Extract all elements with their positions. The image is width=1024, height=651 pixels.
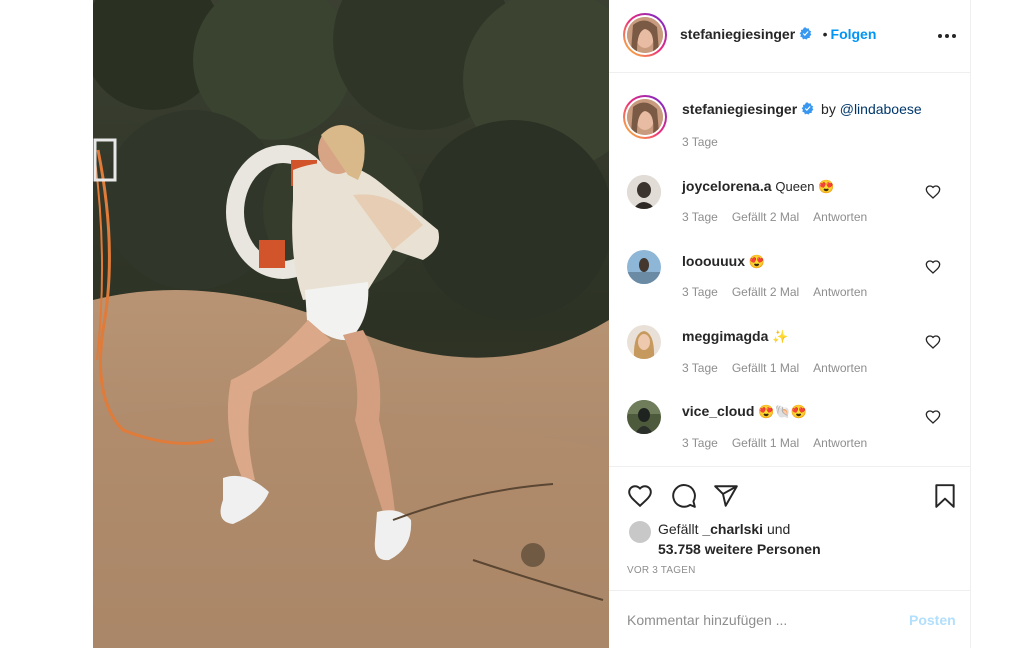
caption-avatar[interactable]: [623, 95, 667, 139]
heart-icon[interactable]: [925, 409, 941, 425]
commenter-avatar[interactable]: [627, 325, 661, 359]
post-actions: Gefällt _charlski und 53.758 weitere Per…: [609, 466, 970, 591]
verified-badge-icon: [799, 27, 812, 40]
comment-likes[interactable]: Gefällt 1 Mal: [732, 436, 799, 450]
comment-text: Queen 😍: [775, 179, 835, 194]
likes-connector: und: [766, 521, 791, 537]
comment-text: 😍: [748, 254, 766, 269]
comment-input[interactable]: Kommentar hinzufügen ...: [627, 612, 787, 628]
comment-likes[interactable]: Gefällt 2 Mal: [732, 285, 799, 299]
caption-text: by: [821, 101, 836, 117]
follow-button[interactable]: Folgen: [831, 26, 877, 42]
bookmark-icon[interactable]: [932, 483, 958, 509]
comment-username[interactable]: joycelorena.a: [682, 178, 772, 194]
likes-count[interactable]: 53.758 weitere Personen: [658, 541, 821, 557]
caption-time: 3 Tage: [682, 135, 718, 149]
post-photo[interactable]: [93, 0, 609, 648]
comment-likes[interactable]: Gefällt 2 Mal: [732, 210, 799, 224]
likes-prefix: Gefällt: [658, 521, 699, 537]
follow-separator: •: [822, 26, 828, 42]
comment-time: 3 Tage: [682, 210, 718, 224]
post-header: stefaniegiesinger • Folgen: [609, 0, 970, 73]
comment-likes[interactable]: Gefällt 1 Mal: [732, 361, 799, 375]
post-image: [93, 0, 609, 648]
liker-username[interactable]: _charlski: [702, 521, 763, 537]
heart-icon[interactable]: [925, 184, 941, 200]
author-username[interactable]: stefaniegiesinger: [680, 26, 795, 42]
post-details-panel: stefaniegiesinger • Folgen stefaniegiesin…: [609, 0, 971, 648]
reply-button[interactable]: Antworten: [813, 210, 867, 224]
share-icon[interactable]: [713, 483, 739, 509]
likes-summary[interactable]: Gefällt _charlski und 53.758 weitere Per…: [658, 519, 821, 559]
comment-username[interactable]: meggimagda: [682, 328, 768, 344]
post-timestamp[interactable]: VOR 3 TAGEN: [627, 565, 696, 576]
reply-button[interactable]: Antworten: [813, 361, 867, 375]
comments-section[interactable]: stefaniegiesinger by @lindaboese 3 Tage …: [609, 73, 970, 466]
post-header-title: stefaniegiesinger • Folgen: [680, 26, 876, 44]
commenter-avatar[interactable]: [627, 175, 661, 209]
comment-time: 3 Tage: [682, 361, 718, 375]
post-comment-button[interactable]: Posten: [909, 612, 956, 628]
liker-avatar[interactable]: [629, 521, 651, 543]
comment-time: 3 Tage: [682, 436, 718, 450]
comment-time: 3 Tage: [682, 285, 718, 299]
verified-badge-icon: [801, 102, 814, 115]
heart-icon[interactable]: [925, 334, 941, 350]
reply-button[interactable]: Antworten: [813, 436, 867, 450]
commenter-avatar[interactable]: [627, 400, 661, 434]
author-avatar[interactable]: [623, 13, 667, 57]
heart-icon[interactable]: [627, 483, 653, 509]
heart-icon[interactable]: [925, 259, 941, 275]
caption-mention[interactable]: @lindaboese: [840, 101, 922, 117]
comment-text: ✨: [772, 329, 789, 344]
add-comment-bar: Kommentar hinzufügen ... Posten: [609, 590, 970, 649]
commenter-avatar[interactable]: [627, 250, 661, 284]
comment-icon[interactable]: [671, 483, 697, 509]
comment-username[interactable]: looouuux: [682, 253, 745, 269]
avatar-photo: [627, 17, 663, 53]
caption-username[interactable]: stefaniegiesinger: [682, 101, 797, 117]
comment-username[interactable]: vice_cloud: [682, 403, 754, 419]
comment-text: 😍🐚😍: [758, 404, 807, 419]
reply-button[interactable]: Antworten: [813, 285, 867, 299]
more-options-icon[interactable]: [937, 26, 957, 46]
